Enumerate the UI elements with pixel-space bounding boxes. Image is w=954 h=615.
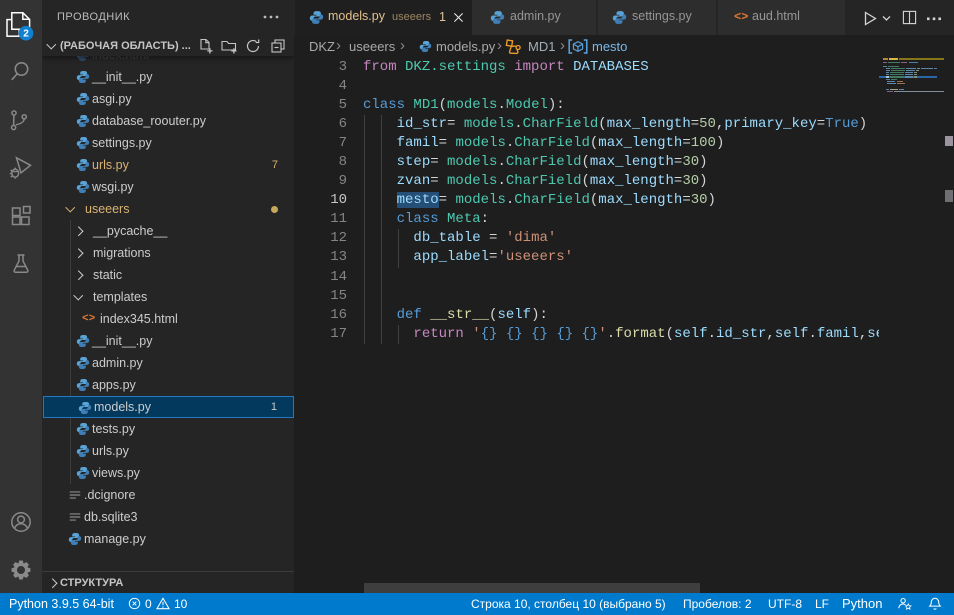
- svg-text:2: 2: [23, 29, 29, 40]
